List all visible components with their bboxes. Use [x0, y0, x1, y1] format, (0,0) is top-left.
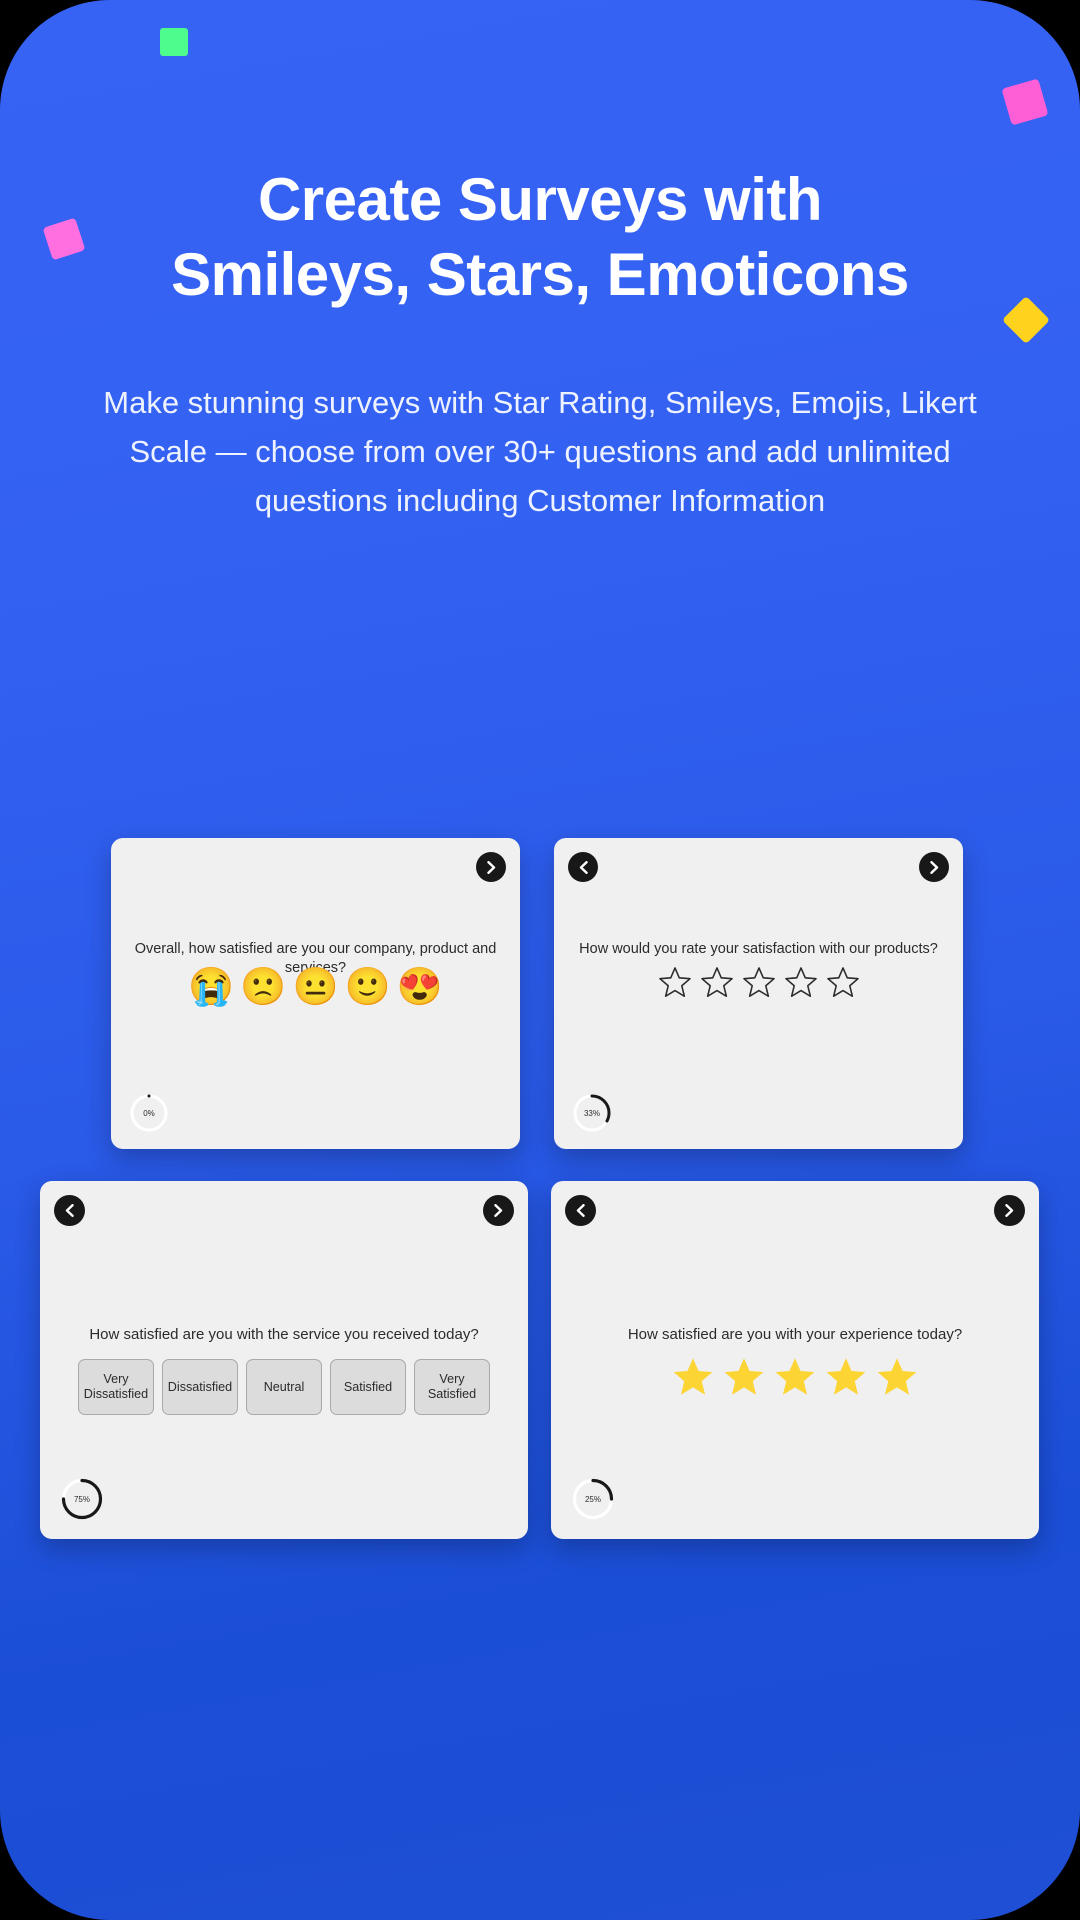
star-outline-icon-1[interactable]	[658, 966, 692, 999]
progress-label: 25%	[584, 1494, 601, 1504]
chevron-right-icon	[486, 860, 495, 874]
chevron-left-icon	[65, 1204, 74, 1217]
progress-indicator: 0%	[129, 1093, 169, 1133]
screenshot-root: Create Surveys with Smileys, Stars, Emot…	[0, 0, 1080, 1920]
likert-option-very-satisfied[interactable]: Very Satisfied	[414, 1359, 490, 1415]
progress-label: 0%	[143, 1108, 155, 1118]
star-filled-icon-3[interactable]	[773, 1356, 817, 1398]
likert-option-dissatisfied[interactable]: Dissatisfied	[162, 1359, 238, 1415]
star-filled-icon-2[interactable]	[722, 1356, 766, 1398]
hero-panel: Create Surveys with Smileys, Stars, Emot…	[0, 0, 1080, 1920]
previous-question-button[interactable]	[565, 1195, 596, 1226]
progress-label: 75%	[73, 1494, 90, 1504]
question-text: How would you rate your satisfaction wit…	[579, 941, 938, 957]
smiley-option-crying[interactable]: 😭	[188, 968, 234, 1005]
next-question-button[interactable]	[483, 1195, 514, 1226]
smiley-option-hearteyes[interactable]: 😍	[397, 968, 443, 1005]
chevron-right-icon	[494, 1204, 503, 1217]
next-question-button[interactable]	[476, 852, 506, 882]
chevron-right-icon	[929, 860, 938, 874]
survey-card-smiley[interactable]: Overall, how satisfied are you our compa…	[111, 838, 520, 1149]
star-rating-row	[551, 1356, 1039, 1398]
likert-option-row: Very Dissatisfied Dissatisfied Neutral S…	[40, 1359, 528, 1415]
star-filled-icon-5[interactable]	[875, 1356, 919, 1398]
progress-indicator: 25%	[571, 1477, 615, 1521]
star-filled-icon-4[interactable]	[824, 1356, 868, 1398]
smiley-option-row: 😭 🙁 😐 🙂 😍	[111, 968, 520, 1005]
chevron-right-icon	[1005, 1204, 1014, 1217]
chevron-left-icon	[579, 860, 588, 874]
survey-card-star-filled[interactable]: How satisfied are you with your experien…	[551, 1181, 1039, 1539]
survey-card-gallery: Overall, how satisfied are you our compa…	[0, 0, 1080, 1920]
smiley-option-neutral[interactable]: 😐	[292, 968, 338, 1005]
likert-option-neutral[interactable]: Neutral	[246, 1359, 322, 1415]
previous-question-button[interactable]	[568, 852, 598, 882]
star-rating-row	[554, 966, 963, 999]
progress-label: 33%	[583, 1108, 600, 1118]
question-text: How satisfied are you with the service y…	[89, 1326, 479, 1343]
next-question-button[interactable]	[994, 1195, 1025, 1226]
star-filled-icon-1[interactable]	[671, 1356, 715, 1398]
star-outline-icon-2[interactable]	[700, 966, 734, 999]
smiley-option-smiling[interactable]: 🙂	[345, 968, 391, 1005]
progress-indicator: 75%	[60, 1477, 104, 1521]
chevron-left-icon	[576, 1204, 585, 1217]
likert-option-very-dissatisfied[interactable]: Very Dissatisfied	[78, 1359, 154, 1415]
previous-question-button[interactable]	[54, 1195, 85, 1226]
question-text: How satisfied are you with your experien…	[627, 1326, 963, 1343]
survey-card-star-outline[interactable]: How would you rate your satisfaction wit…	[554, 838, 963, 1149]
survey-card-likert[interactable]: How satisfied are you with the service y…	[40, 1181, 528, 1539]
likert-option-satisfied[interactable]: Satisfied	[330, 1359, 406, 1415]
smiley-option-frowning[interactable]: 🙁	[240, 968, 286, 1005]
star-outline-icon-3[interactable]	[742, 966, 776, 999]
star-outline-icon-4[interactable]	[784, 966, 818, 999]
next-question-button[interactable]	[919, 852, 949, 882]
progress-indicator: 33%	[572, 1093, 612, 1133]
star-outline-icon-5[interactable]	[826, 966, 860, 999]
